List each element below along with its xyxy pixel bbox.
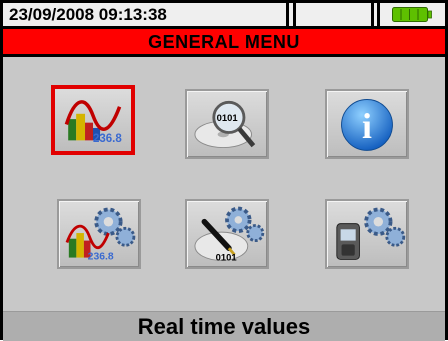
instrument-settings-gears-icon [336, 207, 406, 260]
status-bar: 23/09/2008 09:13:38 [3, 3, 445, 29]
icon-value-text: 236.8 [88, 251, 114, 262]
menu-item-real-time-values[interactable]: 236.8 [51, 85, 135, 155]
info-icon: i [341, 99, 393, 151]
icon-value-text: 0101 [217, 112, 238, 123]
selected-item-label: Real time values [137, 314, 311, 339]
real-time-values-icon: 236.8 [64, 100, 122, 145]
page-title: GENERAL MENU [148, 32, 300, 52]
icon-value-text: 236.8 [93, 133, 122, 145]
date-time: 23/09/2008 09:13:38 [9, 5, 167, 24]
battery-full-icon [392, 7, 432, 22]
icon-value-text: i [362, 106, 372, 146]
menu-item-instrument-settings[interactable] [325, 199, 409, 269]
selected-item-label-bar: Real time values [3, 311, 445, 341]
status-cell-empty [293, 3, 371, 26]
title-bar: GENERAL MENU [3, 29, 445, 57]
instrument-screen: 23/09/2008 09:13:38 GENERAL MENU 236.8 0… [0, 0, 448, 341]
menu-item-memory-recall[interactable]: 0101 [185, 89, 269, 159]
analyzer-settings-gears-icon: 236.8 [65, 207, 136, 262]
menu-item-recording-settings[interactable]: 0101 [185, 199, 269, 269]
memory-disk-search-icon: 0101 [194, 100, 256, 149]
icon-value-text: 0101 [216, 251, 237, 262]
menu-item-info[interactable]: i [325, 89, 409, 159]
menu-item-analyzer-settings[interactable]: 236.8 [57, 199, 141, 269]
recording-settings-disk-pen-gears-icon: 0101 [194, 206, 265, 262]
